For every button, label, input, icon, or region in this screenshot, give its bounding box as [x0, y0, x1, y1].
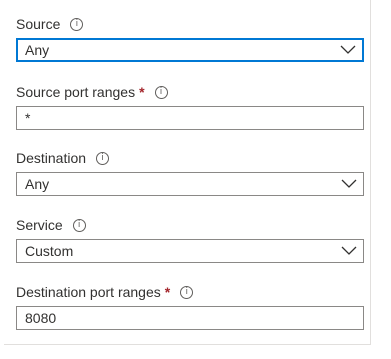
source-port-ranges-label: Source port ranges — [16, 84, 136, 100]
required-marker: * — [164, 284, 171, 300]
destination-label-row: Destination i — [16, 148, 364, 168]
chevron-down-icon — [341, 246, 357, 255]
service-label: Service — [16, 217, 63, 233]
destination-port-ranges-field: Destination port ranges * i — [16, 282, 364, 330]
info-icon[interactable]: i — [96, 151, 110, 165]
destination-field: Destination i Any — [16, 148, 364, 196]
source-label-row: Source i — [16, 14, 364, 34]
source-dropdown-value: Any — [25, 42, 50, 58]
info-icon[interactable]: i — [72, 218, 86, 232]
source-dropdown[interactable]: Any — [16, 38, 364, 62]
service-label-row: Service i — [16, 215, 364, 235]
source-port-ranges-input-box[interactable] — [16, 106, 364, 130]
destination-port-ranges-input-box[interactable] — [16, 306, 364, 330]
info-icon[interactable]: i — [154, 85, 168, 99]
chevron-down-icon — [340, 45, 356, 54]
source-port-ranges-input[interactable] — [25, 107, 363, 129]
info-icon[interactable]: i — [180, 285, 194, 299]
chevron-down-icon — [341, 179, 357, 188]
source-label: Source — [16, 16, 61, 32]
info-icon[interactable]: i — [70, 17, 84, 31]
source-port-ranges-label-row: Source port ranges * i — [16, 82, 364, 102]
destination-dropdown[interactable]: Any — [16, 172, 364, 196]
service-dropdown-value: Custom — [25, 243, 74, 259]
destination-label: Destination — [16, 150, 87, 166]
service-dropdown[interactable]: Custom — [16, 239, 364, 263]
destination-port-ranges-label: Destination port ranges — [16, 284, 161, 300]
required-marker: * — [139, 84, 145, 100]
service-field: Service i Custom — [16, 215, 364, 263]
destination-port-ranges-label-row: Destination port ranges * i — [16, 282, 364, 302]
destination-port-ranges-input[interactable] — [25, 307, 363, 329]
source-field: Source i Any — [16, 14, 364, 62]
destination-dropdown-value: Any — [25, 176, 50, 192]
inbound-rule-form: Source i Any Source port ranges * i Dest… — [4, 0, 371, 345]
source-port-ranges-field: Source port ranges * i — [16, 82, 364, 130]
